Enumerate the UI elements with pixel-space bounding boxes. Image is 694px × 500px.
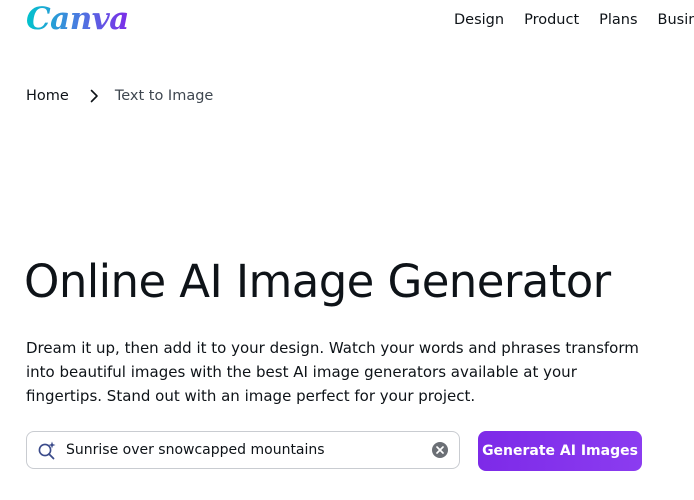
canva-logo[interactable]: Canva [26, 0, 129, 38]
top-nav: Design Product Plans Business [454, 10, 694, 30]
nav-item-business[interactable]: Business [658, 10, 694, 30]
page: Canva Design Product Plans Business Home… [0, 0, 694, 500]
generate-ai-images-button[interactable]: Generate AI Images [478, 431, 642, 471]
nav-item-plans[interactable]: Plans [599, 10, 637, 30]
prompt-input[interactable] [66, 442, 431, 458]
clear-icon[interactable] [431, 441, 449, 459]
nav-item-product[interactable]: Product [524, 10, 579, 30]
breadcrumb-home-link[interactable]: Home [26, 86, 69, 106]
chevron-right-icon [89, 89, 99, 103]
hero-description: Dream it up, then add it to your design.… [26, 339, 639, 405]
prompt-search-box[interactable] [26, 431, 460, 469]
breadcrumb-current: Text to Image [114, 88, 214, 104]
nav-item-design[interactable]: Design [454, 10, 504, 30]
breadcrumb: Home Text to Image [26, 86, 213, 106]
page-title: Online AI Image Generator [24, 255, 611, 308]
sparkle-search-icon [37, 440, 57, 460]
